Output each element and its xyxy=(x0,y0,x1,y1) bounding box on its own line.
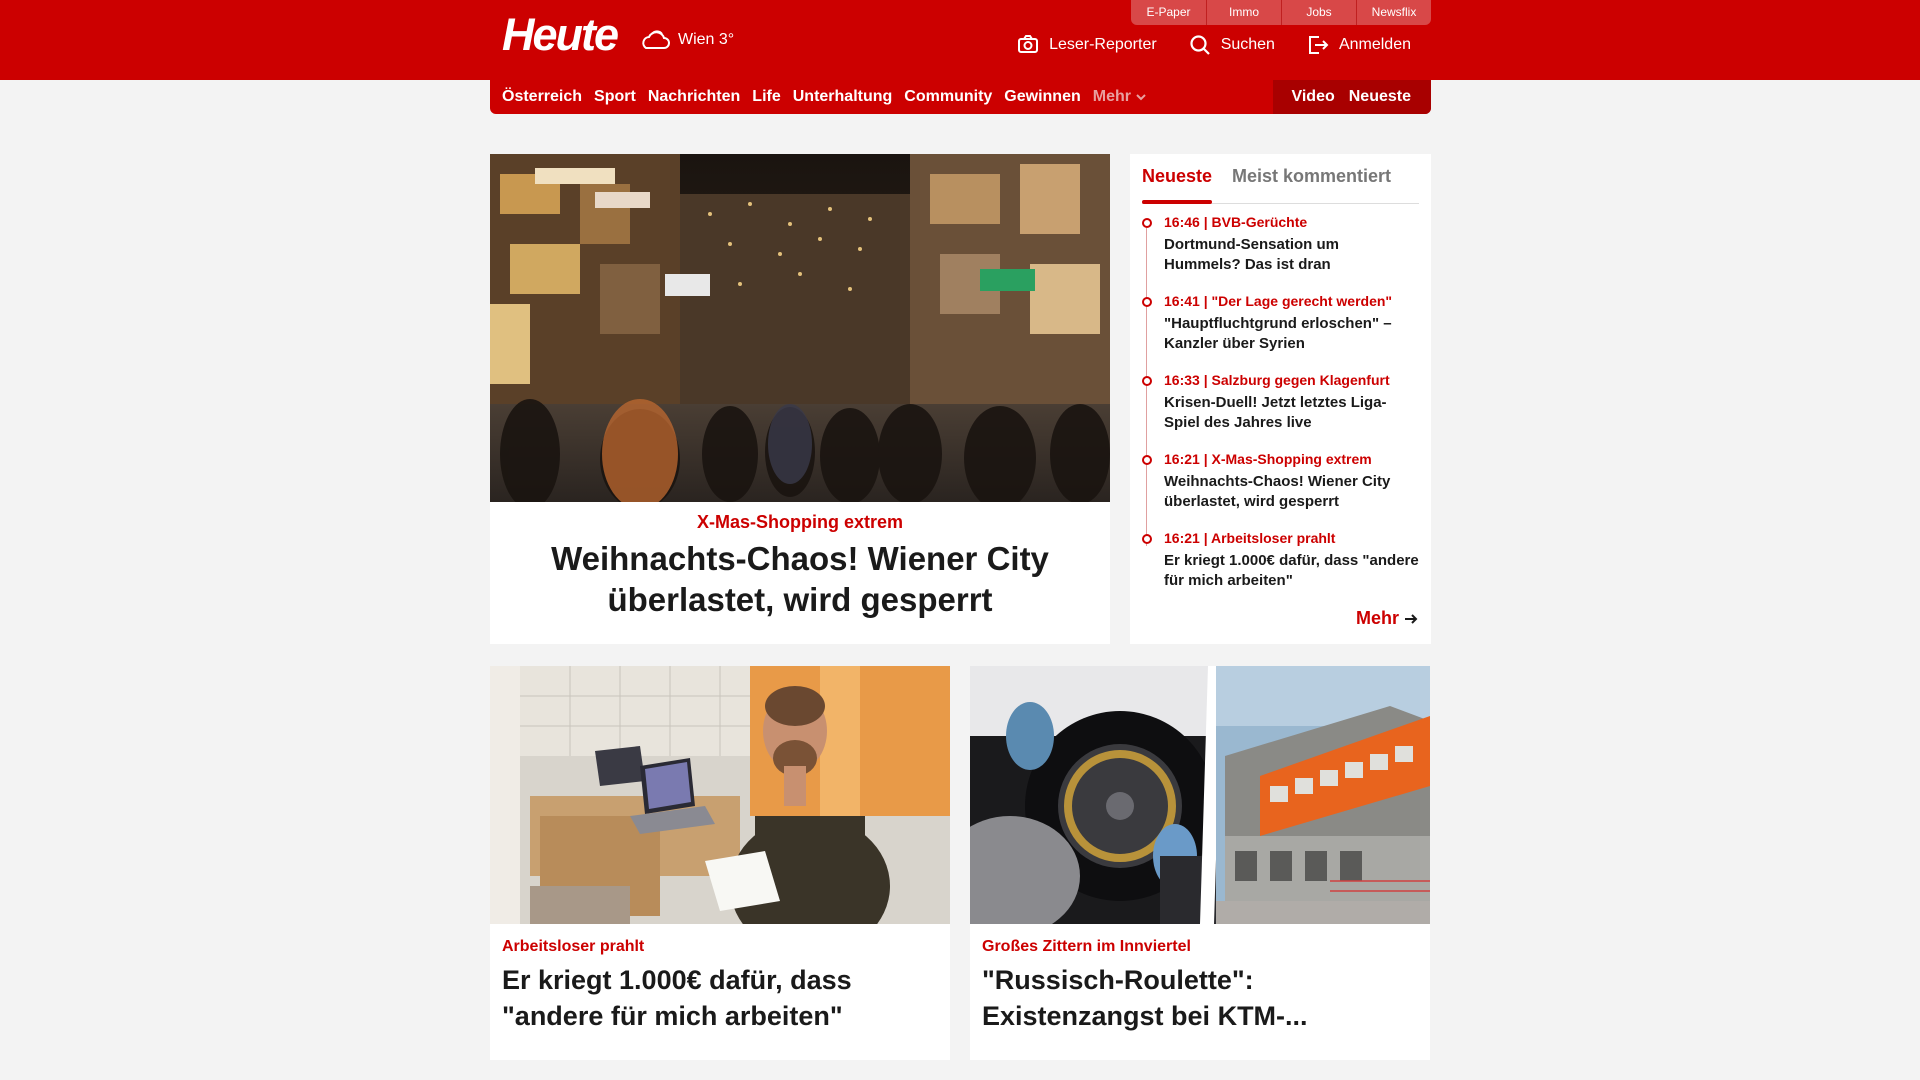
nav-item-community[interactable]: Community xyxy=(904,88,992,106)
article-card[interactable]: Großes Zittern im Innviertel "Russisch-R… xyxy=(970,666,1430,1060)
article-card-title[interactable]: Er kriegt 1.000€ dafür, dass "andere für… xyxy=(502,962,938,1034)
news-item-title[interactable]: Weihnachts-Chaos! Wiener City überlastet… xyxy=(1164,472,1419,512)
top-link-newsflix[interactable]: Newsflix xyxy=(1356,0,1431,25)
sidebar-more-link[interactable]: Mehr xyxy=(1356,608,1419,629)
hero-image[interactable] xyxy=(490,154,1110,502)
top-links-bar: E-Paper Immo Jobs Newsflix xyxy=(1131,0,1431,25)
top-link-jobs[interactable]: Jobs xyxy=(1281,0,1356,25)
weather-text: Wien 3° xyxy=(678,31,735,48)
more-link-label: Mehr xyxy=(1355,608,1399,628)
login-icon xyxy=(1308,36,1329,54)
hero-article[interactable]: X-Mas-Shopping extrem Weihnachts-Chaos! … xyxy=(490,154,1110,644)
card-image-illustration xyxy=(490,666,950,924)
news-item-title[interactable]: Krisen-Duell! Jetzt letztes Liga-Spiel d… xyxy=(1164,393,1419,433)
top-link-immo[interactable]: Immo xyxy=(1206,0,1281,25)
leser-reporter-button[interactable]: Leser-Reporter xyxy=(1017,34,1157,56)
tab-meist-kommentiert[interactable]: Meist kommentiert xyxy=(1232,166,1391,187)
login-label: Anmelden xyxy=(1338,36,1411,53)
site-logo[interactable]: Heute xyxy=(502,12,619,57)
article-card-image[interactable] xyxy=(970,666,1430,924)
login-button[interactable]: Anmelden xyxy=(1307,34,1411,56)
nav-items: Österreich Sport Nachrichten Life Unterh… xyxy=(502,80,1147,114)
header-actions: Leser-Reporter Suchen Anmelden xyxy=(985,34,1411,56)
nav-item-video[interactable]: Video xyxy=(1291,88,1334,106)
news-item-title[interactable]: "Hauptfluchtgrund erloschen" – Kanzler ü… xyxy=(1164,314,1419,354)
hero-title[interactable]: Weihnachts-Chaos! Wiener City überlastet… xyxy=(530,538,1070,620)
news-item-meta: 16:21 | Arbeitsloser prahlt xyxy=(1164,530,1336,546)
nav-item-sport[interactable]: Sport xyxy=(594,88,636,106)
news-item-meta: 16:46 | BVB-Gerüchte xyxy=(1164,214,1308,230)
search-icon xyxy=(1190,35,1210,55)
latest-news-sidebar: Neueste Meist kommentiert 16:46 | BVB-Ge… xyxy=(1130,154,1431,644)
news-item-meta: 16:41 | "Der Lage gerecht werden" xyxy=(1164,293,1393,309)
nav-right: Video Neueste xyxy=(1273,80,1431,114)
cloud-sun-icon xyxy=(642,30,670,49)
timeline-line xyxy=(1146,228,1147,546)
leser-reporter-label: Leser-Reporter xyxy=(1049,36,1157,53)
nav-item-life[interactable]: Life xyxy=(752,88,780,106)
sidebar-tabs: Neueste Meist kommentiert xyxy=(1142,162,1419,204)
weather-widget[interactable]: Wien 3° xyxy=(638,26,734,54)
nav-item-oesterreich[interactable]: Österreich xyxy=(502,88,582,106)
nav-item-neueste[interactable]: Neueste xyxy=(1349,88,1411,106)
article-card-title[interactable]: "Russisch-Roulette": Existenzangst bei K… xyxy=(982,962,1418,1034)
chevron-down-icon xyxy=(1136,94,1146,101)
hero-kicker[interactable]: X-Mas-Shopping extrem xyxy=(490,512,1110,533)
site-header: Heute Wien 3° E-Paper Immo Jobs Newsflix… xyxy=(0,0,1920,80)
hero-image-illustration xyxy=(490,154,1110,502)
active-tab-indicator xyxy=(1142,200,1212,204)
nav-more-label: Mehr xyxy=(1092,88,1131,105)
search-label: Suchen xyxy=(1220,36,1275,53)
tab-neueste[interactable]: Neueste xyxy=(1142,166,1212,187)
news-item-meta: 16:21 | X-Mas-Shopping extrem xyxy=(1164,451,1372,467)
news-item-meta: 16:33 | Salzburg gegen Klagenfurt xyxy=(1164,372,1390,388)
news-item-title[interactable]: Er kriegt 1.000€ dafür, dass "andere für… xyxy=(1164,551,1419,591)
article-card-image[interactable] xyxy=(490,666,950,924)
timeline-dot xyxy=(1142,297,1152,307)
arrow-right-icon xyxy=(1405,613,1418,624)
search-button[interactable]: Suchen xyxy=(1189,34,1275,56)
news-item-title[interactable]: Dortmund-Sensation um Hummels? Das ist d… xyxy=(1164,235,1419,275)
timeline-dot xyxy=(1142,376,1152,386)
timeline-dot xyxy=(1142,455,1152,465)
article-card-kicker[interactable]: Arbeitsloser prahlt xyxy=(502,938,644,956)
nav-item-gewinnen[interactable]: Gewinnen xyxy=(1004,88,1080,106)
nav-item-nachrichten[interactable]: Nachrichten xyxy=(648,88,740,106)
camera-icon xyxy=(1018,35,1039,53)
timeline-dot xyxy=(1142,218,1152,228)
nav-item-unterhaltung[interactable]: Unterhaltung xyxy=(793,88,893,106)
top-link-epaper[interactable]: E-Paper xyxy=(1131,0,1206,25)
main-nav: Österreich Sport Nachrichten Life Unterh… xyxy=(490,80,1431,114)
timeline-dot xyxy=(1142,534,1152,544)
card-image-illustration xyxy=(970,666,1430,924)
article-card-kicker[interactable]: Großes Zittern im Innviertel xyxy=(982,938,1191,956)
nav-more-dropdown[interactable]: Mehr xyxy=(1093,88,1147,106)
article-card[interactable]: Arbeitsloser prahlt Er kriegt 1.000€ daf… xyxy=(490,666,950,1060)
